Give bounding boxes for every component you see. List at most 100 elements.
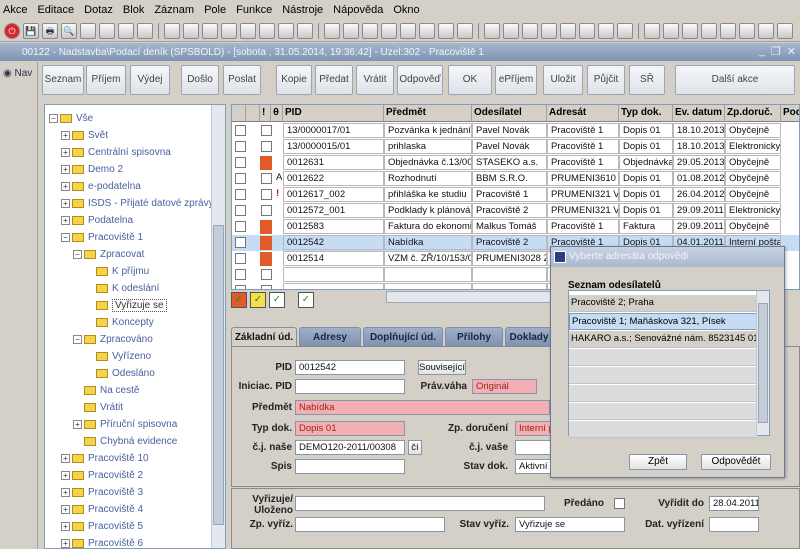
toolbar-button-14[interactable]: Další akce: [675, 65, 795, 95]
grid-cell-pid[interactable]: [283, 267, 384, 282]
tree-node[interactable]: + Pracoviště 6: [61, 536, 143, 548]
toolbar-tool-icon[interactable]: [99, 22, 115, 39]
toolbar-button-7[interactable]: Vrátit: [356, 65, 394, 95]
tree-node[interactable]: Vrátit: [73, 400, 123, 415]
row-flag-checkbox[interactable]: [261, 205, 272, 216]
row-select-checkbox[interactable]: [235, 269, 246, 280]
toolbar-tool-icon[interactable]: [644, 22, 660, 39]
table-row[interactable]: 13/0000015/01 prihlaska Pavel Novák Pracovi…: [232, 139, 799, 155]
toolbar-button-2[interactable]: Výdej: [130, 65, 170, 95]
grid-cell-zp[interactable]: Obyčejně: [725, 155, 781, 170]
tree-expander-icon[interactable]: +: [61, 488, 70, 497]
grid-cell-datum[interactable]: 01.08.2012: [673, 171, 725, 186]
tree-node[interactable]: + Pracoviště 5: [61, 519, 143, 534]
grid-header[interactable]: [246, 105, 260, 122]
table-row[interactable]: A 0012622 Rozhodnutí BBM S.R.O. PRUMENI3610 …: [232, 171, 799, 187]
grid-cell-pid[interactable]: 0012514: [283, 251, 384, 266]
grid-cell-odesilatel[interactable]: [472, 267, 547, 282]
row-flag-checkbox[interactable]: [261, 189, 272, 200]
grid-header[interactable]: [232, 105, 246, 122]
grid-cell-pid[interactable]: 0012631: [283, 155, 384, 170]
menu-item-okno[interactable]: Okno: [392, 4, 420, 16]
tree-node[interactable]: Chybná evidence: [73, 434, 177, 449]
toolbar-tool-icon[interactable]: [137, 22, 153, 39]
grid-cell-predmet[interactable]: Podklady k plánování: [384, 203, 472, 218]
tree-node[interactable]: + e-podatelna: [61, 179, 141, 194]
grid-cell-typ[interactable]: Faktura: [619, 219, 673, 234]
toolbar-tool-icon[interactable]: [438, 22, 454, 39]
grid-cell-predmet[interactable]: Pozvánka k jednání: [384, 123, 472, 138]
tree-expander-icon[interactable]: +: [61, 505, 70, 514]
grid-cell-predmet[interactable]: [384, 283, 472, 289]
toolbar-tool-icon[interactable]: [484, 22, 500, 39]
grid-cell-pid[interactable]: 0012572_001: [283, 203, 384, 218]
table-row[interactable]: !A0012617_002přihláška ke studiuPracoviš…: [232, 187, 799, 203]
toolbar-button-12[interactable]: Půjčit: [587, 65, 625, 95]
row-select-checkbox[interactable]: [235, 205, 246, 216]
toolbar-button-10[interactable]: ePříjem: [495, 65, 537, 95]
typ-dok-field[interactable]: Dopis 01: [295, 421, 405, 436]
grid-cell-pid[interactable]: 0012617_002: [283, 187, 384, 202]
vyrizuje-field[interactable]: [295, 496, 545, 511]
grid-horizontal-scrollbar[interactable]: [386, 291, 551, 303]
toolbar-tool-icon[interactable]: [400, 22, 416, 39]
toolbar-tool-icon[interactable]: [541, 22, 557, 39]
row-flag-checkbox[interactable]: [261, 285, 272, 289]
tree-node[interactable]: K příjmu: [85, 264, 149, 279]
prav-vaha-field[interactable]: Originál: [472, 379, 537, 394]
tree-node[interactable]: Odesláno: [85, 366, 155, 381]
grid-cell-predmet[interactable]: Objednávka č.13/0021: [384, 155, 472, 170]
nav-button[interactable]: ◉ Nav: [3, 68, 32, 79]
minimize-icon[interactable]: _: [759, 45, 765, 58]
save-icon[interactable]: 💾: [23, 22, 39, 39]
grid-cell-pid[interactable]: [283, 283, 384, 289]
pid-field[interactable]: 0012542: [295, 360, 405, 375]
menu-item-pole[interactable]: Pole: [203, 4, 227, 16]
tree-node[interactable]: Koncepty: [85, 315, 154, 330]
tree-node[interactable]: − Zpracovat: [73, 247, 144, 262]
grid-cell-pid[interactable]: 0012622: [283, 171, 384, 186]
tree-expander-icon[interactable]: +: [61, 148, 70, 157]
grid-cell-odesilatel[interactable]: [472, 283, 547, 289]
menu-item-záznam[interactable]: Záznam: [153, 4, 195, 16]
grid-cell-typ[interactable]: Dopis 01: [619, 203, 673, 218]
tree-node[interactable]: Vyřizuje se: [85, 298, 167, 313]
grid-cell-datum[interactable]: 29.09.2011: [673, 203, 725, 218]
row-select-checkbox[interactable]: [235, 237, 246, 248]
grid-cell-predmet[interactable]: přihláška ke studiu: [384, 187, 472, 202]
toolbar-tool-icon[interactable]: [164, 22, 180, 39]
grid-cell-typ[interactable]: Dopis 01: [619, 139, 673, 154]
tree-node[interactable]: Vyřízeno: [85, 349, 151, 364]
menu-item-akce[interactable]: Akce: [2, 4, 28, 16]
toolbar-tool-icon[interactable]: [381, 22, 397, 39]
sender-list-item[interactable]: [569, 367, 757, 384]
row-flag-checkbox[interactable]: [261, 141, 272, 152]
grid-cell-typ[interactable]: Dopis 01: [619, 171, 673, 186]
tree-node[interactable]: + Pracoviště 10: [61, 451, 149, 466]
tree-expander-icon[interactable]: −: [73, 335, 82, 344]
sender-list-item[interactable]: Pracoviště 1; Maňáskova 321, Písek: [569, 313, 757, 330]
sender-list-item[interactable]: Pracoviště 2; Praha: [569, 295, 757, 312]
grid-cell-zp[interactable]: Obyčejně: [725, 187, 781, 202]
stav-dok-field[interactable]: Aktivní: [515, 459, 551, 474]
restore-icon[interactable]: ❐: [771, 45, 781, 58]
toolbar-button-1[interactable]: Příjem: [86, 65, 126, 95]
sender-list-item[interactable]: [569, 349, 757, 366]
toolbar-tool-icon[interactable]: [777, 22, 793, 39]
toolbar-tool-icon[interactable]: [118, 22, 134, 39]
grid-cell-zp[interactable]: Obyčejně: [725, 123, 781, 138]
menu-item-dotaz[interactable]: Dotaz: [83, 4, 114, 16]
souvisejici-button[interactable]: Související: [418, 360, 466, 375]
grid-cell-predmet[interactable]: [384, 267, 472, 282]
sender-list-scrollbar[interactable]: [756, 291, 769, 435]
grid-cell-typ[interactable]: Objednávka: [619, 155, 673, 170]
toolbar-tool-icon[interactable]: [503, 22, 519, 39]
tree-expander-icon[interactable]: +: [61, 522, 70, 531]
toolbar-button-8[interactable]: Odpověď: [397, 65, 443, 95]
grid-cell-predmet[interactable]: Nabídka: [384, 235, 472, 250]
grid-cell-predmet[interactable]: Faktura do ekonomické: [384, 219, 472, 234]
grid-cell-pid[interactable]: 0012542: [283, 235, 384, 250]
toolbar-button-5[interactable]: Kopie: [276, 65, 312, 95]
tree-node[interactable]: Na cestě: [73, 383, 139, 398]
grid-cell-predmet[interactable]: prihlaska: [384, 139, 472, 154]
